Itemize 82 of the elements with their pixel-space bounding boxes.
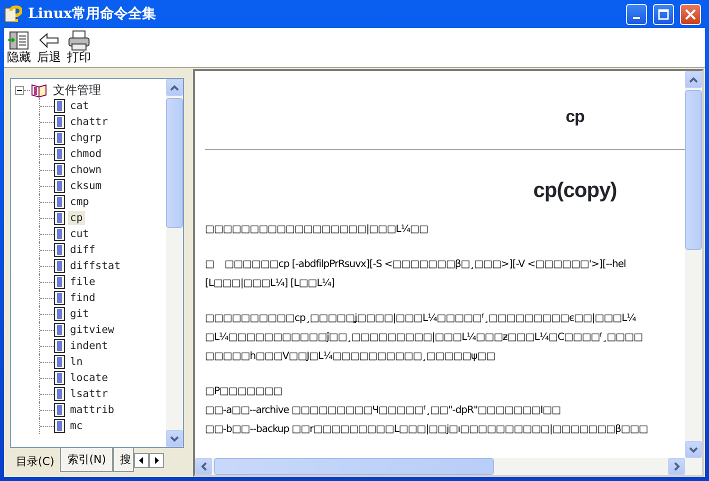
tree-item[interactable]: locate: [68, 371, 110, 385]
text-line: □ □□□□□□cp [-abdfilpPrRsuvx][-S <□□□□□□□β□¸□□□>][-V <□□□□□□'>][--hel: [205, 258, 626, 272]
tree-item[interactable]: chattr: [68, 115, 110, 129]
tree-item[interactable]: diffstat: [68, 259, 123, 273]
tree-item[interactable]: chgrp: [68, 131, 104, 145]
close-icon: [685, 8, 696, 20]
scrollbar[interactable]: [685, 71, 702, 458]
tab[interactable]: 搜: [113, 448, 134, 472]
tree-item[interactable]: lsattr: [68, 387, 110, 401]
text-line: [L□□□|□□□L¼] [L□□L¼]: [205, 276, 334, 291]
page-icon: [54, 339, 65, 353]
book-icon: [30, 82, 48, 98]
left-triangle-icon: [139, 457, 144, 464]
close-button[interactable]: [680, 4, 701, 24]
text-line: □L¼□□□□□□□□□□□ĵ□□¸□□□□□□□□□|□□□L¼□□□ƶ□□□L¼□C□□□□ᶠ¸□□□□: [205, 330, 643, 345]
help-file-icon: [4, 5, 22, 23]
scroll-down-icon: [170, 436, 179, 442]
tab-scroll-right-button[interactable]: [149, 453, 164, 468]
tree-item[interactable]: git: [68, 307, 91, 321]
page-icon: [54, 115, 65, 129]
tree-folder[interactable]: 文件管理: [51, 83, 103, 97]
tree-item[interactable]: cmp: [68, 195, 91, 209]
page-icon: [54, 147, 65, 161]
tree-item[interactable]: chown: [68, 163, 104, 177]
page-icon: [54, 291, 65, 305]
right-triangle-icon: [154, 457, 160, 464]
text-line: □□□□□h□□□V□□J□L¼□□□□□□□□□□¸□□□□□ψ□□: [205, 350, 496, 364]
maximize-icon: [658, 8, 669, 20]
tree-item[interactable]: mattrib: [68, 403, 116, 417]
scroll-up-icon: [689, 76, 698, 82]
maximize-button[interactable]: [653, 4, 674, 24]
scroll-up-icon: [170, 84, 179, 90]
tree-item[interactable]: file: [68, 275, 98, 289]
tree-item[interactable]: find: [68, 291, 98, 305]
tree-item[interactable]: ln: [68, 355, 85, 369]
page-icon: [54, 355, 65, 369]
scroll-right-icon: [674, 462, 680, 471]
scrollbar[interactable]: [195, 458, 702, 475]
hide-button[interactable]: 隐藏: [6, 30, 32, 64]
page-icon: [54, 227, 65, 241]
scroll-down-icon: [689, 446, 698, 452]
page-icon: [54, 403, 65, 417]
page-icon: [54, 323, 65, 337]
tree-item[interactable]: cut: [68, 227, 91, 241]
tab-scroll-left-button[interactable]: [134, 453, 150, 468]
page-icon: [54, 195, 65, 209]
tree-item[interactable]: diff: [68, 243, 98, 257]
text-line: □□-b□□--backup □□r□□□□□□□□□L□□□|□□j□ı□□□□□□□□□□|□□□□□□□β□□□: [205, 422, 648, 437]
page-icon: [54, 307, 65, 321]
page-icon: [54, 275, 65, 289]
page-icon: [54, 163, 65, 177]
collapse-icon[interactable]: [15, 86, 24, 94]
page-icon: [54, 259, 65, 273]
tree-item[interactable]: cat: [68, 99, 91, 113]
tree-item[interactable]: cksum: [68, 179, 104, 193]
text-line: □□□□□□□□□□cp¸□□□□□ʝ□□□□|□□□L¼□□□□□ᶠ¸□□□□□□□□□є□□|□□□L¼: [205, 312, 636, 326]
tab[interactable]: 索引(N): [60, 448, 114, 472]
scroll-left-icon: [200, 462, 206, 471]
page-icon: [54, 131, 65, 145]
tree-item[interactable]: indent: [68, 339, 110, 353]
scrollbar[interactable]: [166, 79, 183, 447]
page-icon: [54, 179, 65, 193]
page-icon: [54, 419, 65, 433]
print-button[interactable]: 打印: [66, 30, 92, 64]
tree-item[interactable]: gitview: [68, 323, 116, 337]
minimize-button[interactable]: [626, 4, 647, 24]
tree-item[interactable]: cp: [68, 211, 85, 225]
window-title: Linux常用命令全集: [28, 4, 157, 24]
minimize-icon: [633, 17, 640, 19]
page-icon: [54, 211, 65, 225]
tree-item[interactable]: mc: [68, 419, 85, 433]
tree-item[interactable]: chmod: [68, 147, 104, 161]
text-line: □P□□□□□□□: [205, 384, 282, 399]
page-title: cp(copy): [532, 178, 618, 204]
text-line: □□□□□□□□□□□□□□□□□□|□□□L¼□□: [205, 222, 428, 237]
page-heading: cp: [564, 106, 586, 128]
page-icon: [54, 371, 65, 385]
text-line: □□-a□□--archive □□□□□□□□□Ч□□□□□ᶠ¸□□"-dpR"□□□□□□□I□□: [205, 404, 561, 418]
page-icon: [54, 99, 65, 113]
back-button[interactable]: 后退: [36, 30, 62, 64]
page-icon: [54, 387, 65, 401]
page-icon: [54, 243, 65, 257]
